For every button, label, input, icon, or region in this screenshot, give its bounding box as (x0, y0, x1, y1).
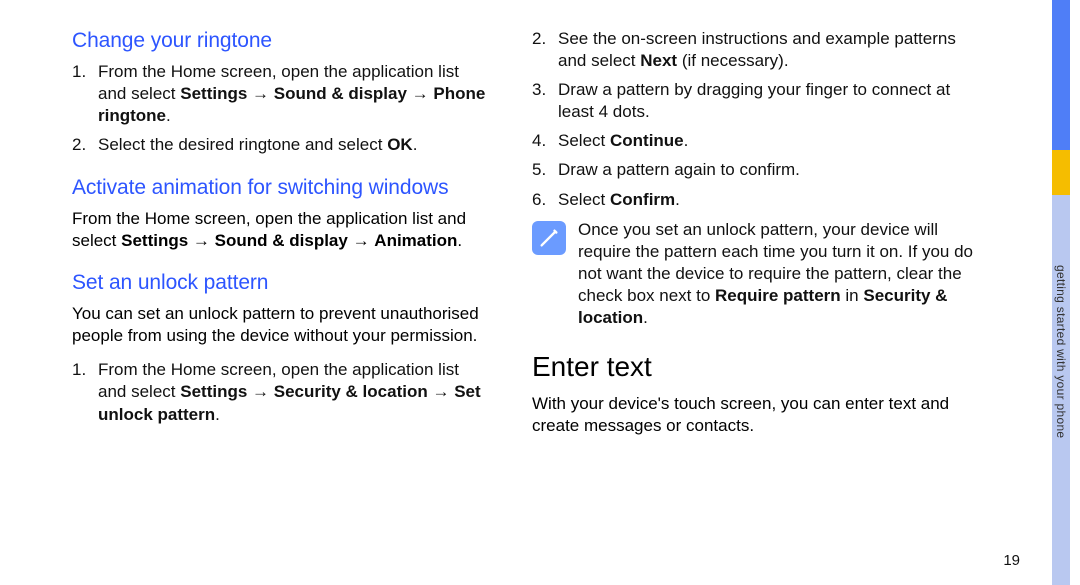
bold: Settings (180, 84, 247, 103)
bold: Next (640, 51, 677, 70)
bold: Security & location (274, 382, 428, 401)
bold: Settings (121, 231, 188, 250)
heading-change-ringtone: Change your ringtone (72, 28, 492, 53)
bold: Continue (610, 131, 684, 150)
paragraph: You can set an unlock pattern to prevent… (72, 303, 492, 347)
text: Select (558, 131, 610, 150)
tab-label: getting started with your phone (1054, 265, 1068, 438)
list-item: Select Confirm. (532, 189, 982, 211)
right-column: See the on-screen instructions and examp… (532, 28, 1022, 565)
text: Select (558, 190, 610, 209)
text: Select the desired ringtone and select (98, 135, 387, 154)
paragraph: From the Home screen, open the applicati… (72, 208, 492, 252)
tab-segment-blue (1052, 0, 1070, 150)
note-icon (532, 221, 566, 255)
text: in (841, 286, 864, 305)
left-column: Change your ringtone From the Home scree… (72, 28, 532, 565)
section-unlock-pattern: Set an unlock pattern You can set an unl… (72, 270, 492, 426)
list-item: Draw a pattern again to confirm. (532, 159, 982, 181)
arrow: → (348, 231, 374, 250)
page-number: 19 (1003, 552, 1020, 569)
document-page: Change your ringtone From the Home scree… (0, 0, 1080, 585)
arrow: → (428, 382, 454, 401)
section-animation: Activate animation for switching windows… (72, 175, 492, 252)
list-item: From the Home screen, open the applicati… (72, 359, 492, 425)
heading-enter-text: Enter text (532, 351, 982, 383)
text: . (215, 405, 220, 424)
bold: Sound & display (274, 84, 407, 103)
text: . (166, 106, 171, 125)
list-item: Select Continue. (532, 130, 982, 152)
bold: OK (387, 135, 413, 154)
text: . (413, 135, 418, 154)
note-text: Once you set an unlock pattern, your dev… (578, 219, 982, 329)
heading-unlock-pattern: Set an unlock pattern (72, 270, 492, 295)
text: . (643, 308, 648, 327)
tab-segment-orange (1052, 150, 1070, 195)
text: (if necessary). (677, 51, 788, 70)
bold: Require pattern (715, 286, 841, 305)
list-item: Draw a pattern by dragging your finger t… (532, 79, 982, 123)
list-item: From the Home screen, open the applicati… (72, 61, 492, 127)
tab-segment-light: getting started with your phone (1052, 195, 1070, 585)
list-item: See the on-screen instructions and examp… (532, 28, 982, 72)
heading-animation: Activate animation for switching windows (72, 175, 492, 200)
arrow: → (188, 231, 214, 250)
arrow: → (247, 382, 273, 401)
ordered-list: From the Home screen, open the applicati… (72, 359, 492, 425)
bold: Settings (180, 382, 247, 401)
text: . (684, 131, 689, 150)
chapter-tab: getting started with your phone (1052, 0, 1070, 585)
ordered-list-continued: See the on-screen instructions and examp… (532, 28, 982, 211)
text: . (457, 231, 462, 250)
arrow: → (407, 84, 433, 103)
bold: Animation (374, 231, 457, 250)
paragraph: With your device's touch screen, you can… (532, 393, 982, 437)
arrow: → (247, 84, 273, 103)
text: . (675, 190, 680, 209)
bold: Sound & display (215, 231, 348, 250)
note-box: Once you set an unlock pattern, your dev… (532, 219, 982, 329)
list-item: Select the desired ringtone and select O… (72, 134, 492, 156)
ordered-list: From the Home screen, open the applicati… (72, 61, 492, 156)
section-change-ringtone: Change your ringtone From the Home scree… (72, 28, 492, 157)
bold: Confirm (610, 190, 675, 209)
